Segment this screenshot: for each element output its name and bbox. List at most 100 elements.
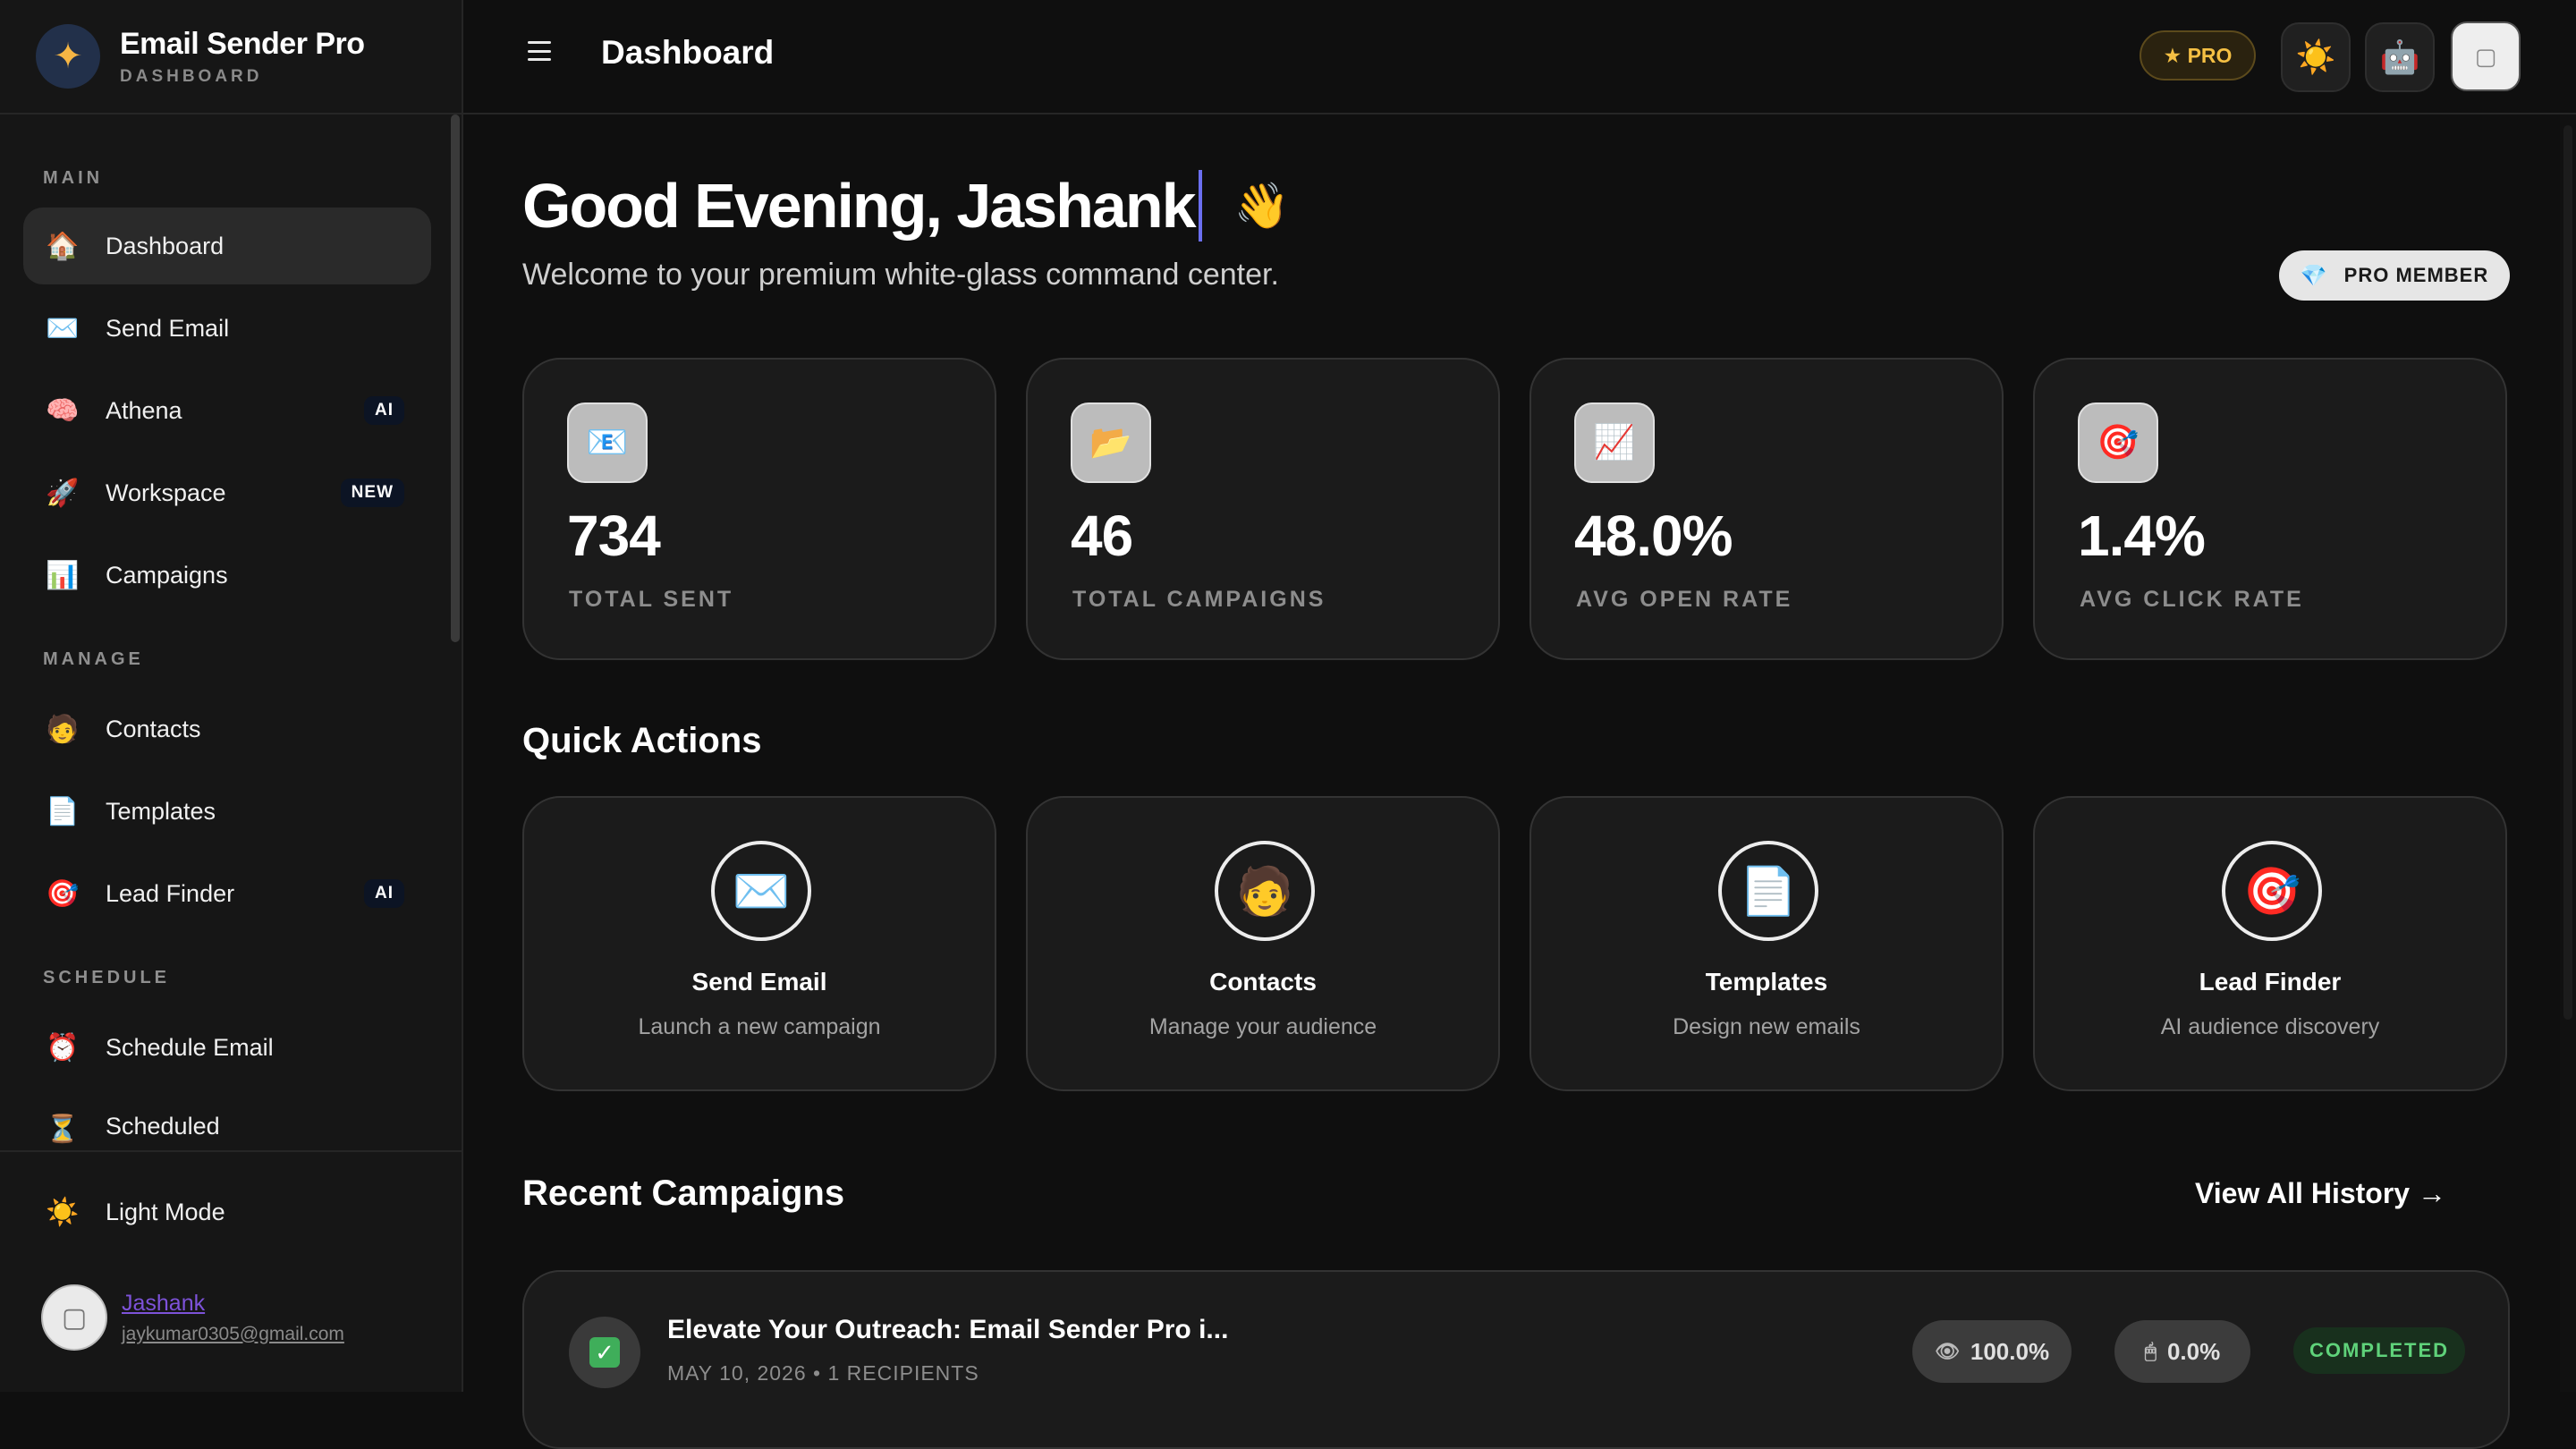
person-icon: 🧑	[46, 714, 80, 744]
sparkle-logo-icon: ✦	[36, 24, 100, 89]
sidebar-item-send-email[interactable]: ✉️ Send Email	[23, 290, 431, 367]
view-all-history-link[interactable]: View All History →	[2195, 1177, 2446, 1210]
campaign-row[interactable]: ✓ Elevate Your Outreach: Email Sender Pr…	[522, 1270, 2510, 1449]
sidebar-item-campaigns[interactable]: 📊 Campaigns	[23, 537, 431, 614]
click-rate-value: 0.0%	[2166, 1337, 2221, 1365]
brand-title: Email Sender Pro	[120, 26, 365, 61]
stat-value: 48.0%	[1574, 504, 1733, 568]
stat-card-total-campaigns: 📂 46 TOTAL CAMPAIGNS	[1026, 358, 1500, 660]
sidebar-scrollbar[interactable]	[451, 114, 460, 642]
section-label-manage: MANAGE	[43, 649, 144, 669]
stat-value: 1.4%	[2078, 504, 2206, 568]
document-icon: 📄	[46, 796, 80, 826]
theme-toggle-button[interactable]: ☀️	[2281, 22, 2351, 92]
sidebar-divider	[0, 113, 462, 114]
new-badge: NEW	[340, 479, 404, 507]
sidebar-item-label: Schedule Email	[106, 1033, 274, 1061]
alarm-clock-icon: ⏰	[46, 1032, 80, 1063]
avatar[interactable]: ▢	[41, 1284, 107, 1351]
open-rate-pill: 👁 100.0%	[1912, 1320, 2072, 1383]
rocket-icon: 🚀	[46, 478, 80, 508]
page-title: Dashboard	[601, 34, 775, 71]
status-badge: COMPLETED	[2293, 1327, 2465, 1374]
chart-up-icon: 📈	[1574, 402, 1655, 483]
pro-badge[interactable]: ★ PRO	[2140, 30, 2256, 80]
robot-icon: 🤖	[2379, 38, 2420, 75]
sidebar-item-contacts[interactable]: 🧑 Contacts	[23, 691, 431, 767]
sidebar-item-scheduled[interactable]: ⏳ Scheduled	[23, 1091, 431, 1148]
greeting-text: Good Evening, Jashank	[522, 171, 1197, 241]
hourglass-icon: ⏳	[46, 1114, 80, 1144]
quick-action-name: Send Email	[691, 968, 827, 996]
sidebar: ✦ Email Sender Pro DASHBOARD MAIN 🏠 Dash…	[0, 0, 463, 1392]
sidebar-item-workspace[interactable]: 🚀 Workspace NEW	[23, 454, 431, 531]
stat-card-total-sent: 📧 734 TOTAL SENT	[522, 358, 996, 660]
sidebar-item-templates[interactable]: 📄 Templates	[23, 773, 431, 850]
welcome-text: Welcome to your premium white-glass comm…	[522, 258, 1279, 292]
person-icon: 🧑	[1215, 841, 1315, 941]
click-rate-pill: 🖱 0.0%	[2114, 1320, 2250, 1383]
sidebar-item-label: Contacts	[106, 715, 201, 742]
avatar[interactable]: ▢	[2451, 21, 2521, 91]
greeting-heading: Good Evening, Jashank 👋	[522, 170, 1290, 242]
quick-action-contacts[interactable]: 🧑 Contacts Manage your audience	[1026, 796, 1500, 1091]
target-icon: 🎯	[2078, 402, 2158, 483]
quick-action-send-email[interactable]: ✉️ Send Email Launch a new campaign	[522, 796, 996, 1091]
ai-badge: AI	[364, 396, 404, 425]
stat-card-avg-click-rate: 🎯 1.4% AVG CLICK RATE	[2033, 358, 2507, 660]
quick-action-lead-finder[interactable]: 🎯 Lead Finder AI audience discovery	[2033, 796, 2507, 1091]
user-name-link[interactable]: Jashank	[122, 1291, 344, 1317]
stat-value: 46	[1071, 504, 1133, 568]
gem-icon: 💎	[2300, 263, 2328, 288]
user-profile[interactable]: ▢ Jashank jaykumar0305@gmail.com	[41, 1284, 344, 1351]
sun-icon: ☀️	[2295, 38, 2336, 75]
user-email-link[interactable]: jaykumar0305@gmail.com	[122, 1324, 344, 1345]
mouse-icon: 🖱	[2144, 1340, 2157, 1362]
stat-value: 734	[567, 504, 661, 568]
topbar: Dashboard ★ PRO ☀️ 🤖 ▢	[463, 0, 2576, 114]
target-icon: 🎯	[46, 878, 80, 909]
sidebar-item-label: Send Email	[106, 314, 230, 342]
sidebar-item-lead-finder[interactable]: 🎯 Lead Finder AI	[23, 855, 431, 932]
page-scrollbar[interactable]	[2563, 125, 2572, 1020]
section-label-schedule: SCHEDULE	[43, 968, 171, 987]
brand-subtitle: DASHBOARD	[120, 66, 263, 86]
typing-cursor	[1198, 170, 1202, 242]
open-rate-value: 100.0%	[1970, 1337, 2050, 1365]
campaign-meta: MAY 10, 2026 • 1 RECIPIENTS	[667, 1361, 979, 1385]
pro-member-label: PRO MEMBER	[2343, 264, 2489, 286]
sidebar-item-schedule-email[interactable]: ⏰ Schedule Email	[23, 1009, 431, 1086]
hamburger-menu-icon[interactable]	[528, 41, 551, 61]
sidebar-item-label: Athena	[106, 396, 182, 424]
envelope-icon: ✉️	[46, 313, 80, 343]
sun-icon: ☀️	[46, 1197, 80, 1227]
assistant-bot-button[interactable]: 🤖	[2365, 22, 2435, 92]
sidebar-item-athena[interactable]: 🧠 Athena AI	[23, 372, 431, 449]
stat-label: AVG OPEN RATE	[1576, 587, 1793, 612]
pro-member-badge: 💎 PRO MEMBER	[2279, 250, 2510, 301]
light-mode-toggle[interactable]: ☀️ Light Mode	[23, 1174, 431, 1250]
sidebar-bottom-divider	[0, 1150, 462, 1152]
sidebar-item-dashboard[interactable]: 🏠 Dashboard	[23, 208, 431, 284]
check-icon: ✓	[569, 1317, 640, 1388]
campaign-title: Elevate Your Outreach: Email Sender Pro …	[667, 1315, 1229, 1344]
section-label-main: MAIN	[43, 168, 104, 188]
sidebar-item-label: Dashboard	[106, 232, 225, 259]
envelope-icon: ✉️	[711, 841, 811, 941]
sidebar-item-label: Campaigns	[106, 561, 228, 589]
quick-action-desc: Launch a new campaign	[638, 1014, 881, 1039]
recent-campaigns-title: Recent Campaigns	[522, 1174, 845, 1213]
sidebar-item-label: Scheduled	[106, 1113, 220, 1140]
light-mode-label: Light Mode	[106, 1198, 225, 1225]
stat-label: TOTAL CAMPAIGNS	[1072, 587, 1326, 612]
brand[interactable]: ✦ Email Sender Pro DASHBOARD	[36, 21, 365, 91]
quick-action-desc: AI audience discovery	[2160, 1014, 2380, 1039]
quick-actions-title: Quick Actions	[522, 721, 762, 760]
quick-action-name: Lead Finder	[2199, 968, 2342, 996]
stat-label: TOTAL SENT	[569, 587, 734, 612]
document-icon: 📄	[1718, 841, 1818, 941]
quick-action-desc: Manage your audience	[1148, 1014, 1377, 1039]
quick-action-desc: Design new emails	[1673, 1014, 1860, 1039]
quick-action-templates[interactable]: 📄 Templates Design new emails	[1530, 796, 2004, 1091]
quick-action-name: Contacts	[1209, 968, 1317, 996]
